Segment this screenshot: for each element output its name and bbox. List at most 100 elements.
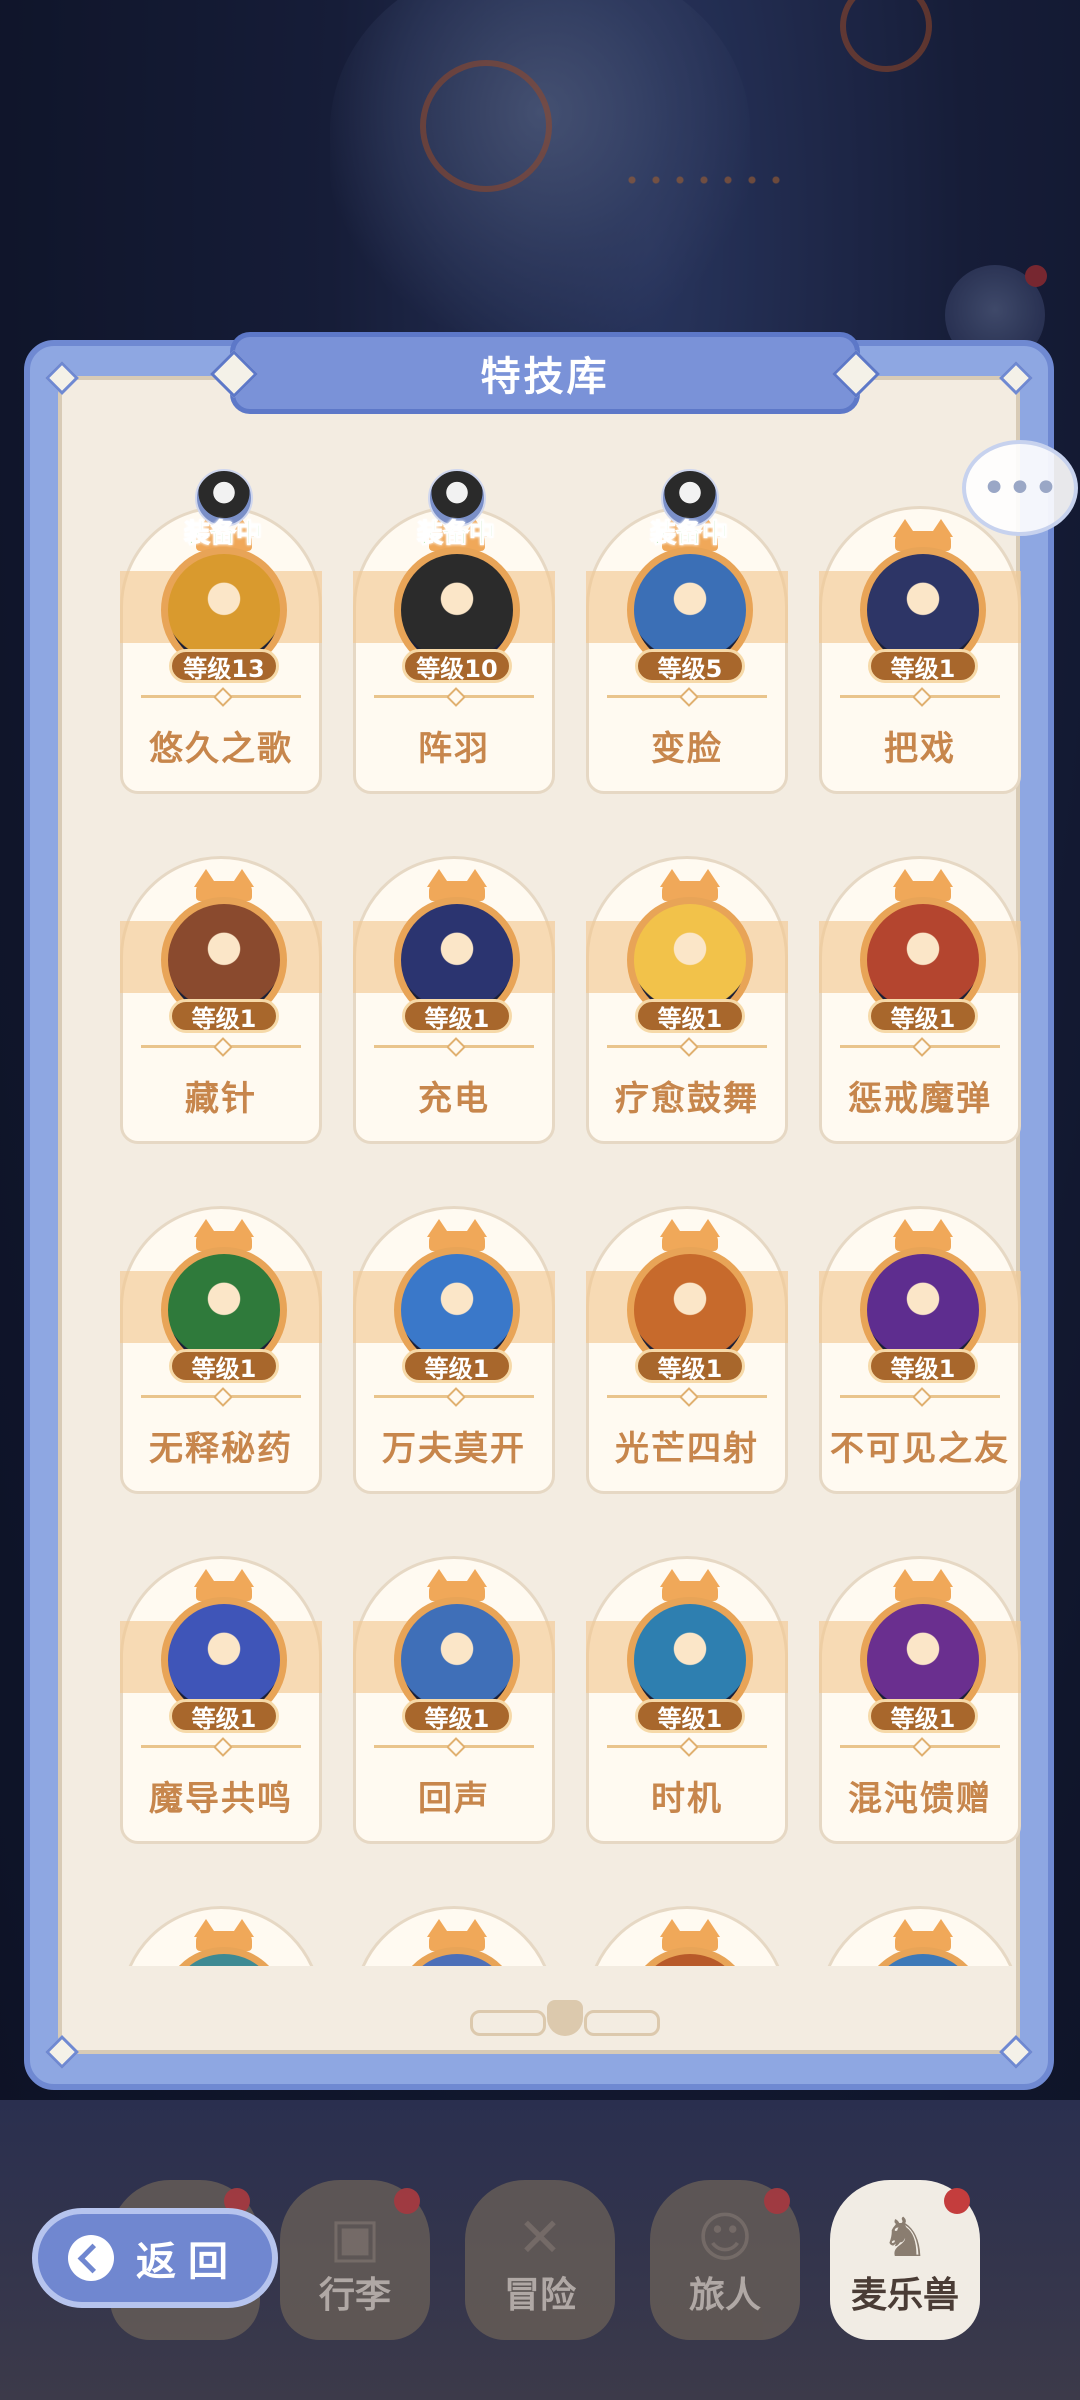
bottom-nav-item[interactable]: ✕ 冒险 <box>465 2180 615 2340</box>
crossed-swords-icon: ✕ <box>517 2206 563 2269</box>
skill-level-badge: 等级1 <box>402 1349 512 1383</box>
bottom-nav-label: 旅人 <box>688 2275 761 2316</box>
skill-level-badge: 等级1 <box>635 1699 745 1733</box>
card-divider <box>374 687 534 707</box>
card-divider <box>840 1037 1000 1057</box>
skill-level-badge: 等级1 <box>402 1699 512 1733</box>
skill-portrait-icon <box>394 1947 520 1966</box>
bottom-nav-item[interactable]: ♞ 麦乐兽 <box>830 2180 980 2340</box>
skill-card[interactable] <box>120 1906 322 1966</box>
card-divider <box>141 687 301 707</box>
skill-name: 魔导共鸣 <box>149 1779 293 1819</box>
card-divider <box>374 1037 534 1057</box>
skill-name: 疗愈鼓舞 <box>615 1079 759 1119</box>
bottom-nav-item[interactable]: ☺ 旅人 <box>650 2180 800 2340</box>
skill-name: 万夫莫开 <box>382 1429 526 1469</box>
skill-level-badge: 等级1 <box>868 649 978 683</box>
skill-level-badge: 等级5 <box>635 649 745 683</box>
card-divider <box>607 1037 767 1057</box>
skill-library-panel: 特技库 等级13 悠久之歌 装备中 等级10 阵羽 装备中 等级5 变脸 装备中 等级1 把戏 等级1… <box>24 332 1054 2090</box>
card-divider <box>141 1037 301 1057</box>
card-divider <box>840 687 1000 707</box>
skill-name: 阵羽 <box>418 729 490 769</box>
skill-card[interactable]: 等级1 无释秘药 <box>120 1206 322 1494</box>
skill-name: 藏针 <box>185 1079 257 1119</box>
back-button-label: 返回 <box>136 2239 240 2285</box>
skill-name: 不可见之友 <box>830 1429 1010 1469</box>
bottom-nav-label: 行李 <box>318 2275 391 2316</box>
card-divider <box>840 1387 1000 1407</box>
card-divider <box>374 1387 534 1407</box>
skill-card[interactable]: 等级1 疗愈鼓舞 <box>586 856 788 1144</box>
equipped-indicator: 装备中 <box>639 469 739 550</box>
skill-grid[interactable]: 等级13 悠久之歌 装备中 等级10 阵羽 装备中 等级5 变脸 装备中 等级1 把戏 等级1 藏针 等级… <box>90 446 1040 1966</box>
card-divider <box>141 1387 301 1407</box>
equipped-indicator: 装备中 <box>406 469 506 550</box>
skill-name: 把戏 <box>884 729 956 769</box>
skill-card[interactable]: 等级1 光芒四射 <box>586 1206 788 1494</box>
back-arrow-icon <box>68 2235 114 2281</box>
skill-card[interactable]: 等级10 阵羽 装备中 <box>353 469 555 794</box>
traveler-icon: ☺ <box>696 2206 754 2269</box>
skill-level-badge: 等级1 <box>868 999 978 1033</box>
skill-level-badge: 等级1 <box>169 1699 279 1733</box>
skill-level-badge: 等级1 <box>868 1699 978 1733</box>
skill-card[interactable]: 等级1 魔导共鸣 <box>120 1556 322 1844</box>
skill-level-badge: 等级13 <box>169 649 279 683</box>
skill-portrait-icon <box>860 1947 986 1966</box>
back-button[interactable]: 返回 <box>32 2208 278 2308</box>
skill-name: 时机 <box>651 1779 723 1819</box>
skill-card[interactable]: 等级1 藏针 <box>120 856 322 1144</box>
chat-button[interactable]: ••• <box>962 440 1078 536</box>
skill-card[interactable]: 等级1 不可见之友 <box>819 1206 1021 1494</box>
skill-name: 变脸 <box>651 729 723 769</box>
skill-level-badge: 等级1 <box>635 999 745 1033</box>
notification-dot <box>944 2188 970 2214</box>
bottom-nav-label: 冒险 <box>503 2275 576 2316</box>
skill-name: 悠久之歌 <box>149 729 293 769</box>
panel-title: 特技库 <box>480 354 610 400</box>
skill-card[interactable] <box>819 1906 1021 1966</box>
skill-level-badge: 等级1 <box>635 1349 745 1383</box>
skill-name: 回声 <box>418 1779 490 1819</box>
card-divider <box>607 1737 767 1757</box>
skill-card[interactable] <box>586 1906 788 1966</box>
skill-card[interactable]: 等级5 变脸 装备中 <box>586 469 788 794</box>
skill-card[interactable]: 等级1 时机 <box>586 1556 788 1844</box>
card-divider <box>607 687 767 707</box>
skill-card[interactable]: 等级1 把戏 <box>819 506 1021 794</box>
skill-card[interactable]: 等级13 悠久之歌 装备中 <box>120 469 322 794</box>
skill-level-badge: 等级1 <box>169 1349 279 1383</box>
bottom-nav-item[interactable]: ▣ 行李 <box>280 2180 430 2340</box>
panel-bottom-ornament <box>470 1996 660 2046</box>
beast-icon: ♞ <box>880 2206 930 2269</box>
equipped-label: 装备中 <box>183 519 262 550</box>
skill-name: 混沌馈赠 <box>848 1779 992 1819</box>
card-divider <box>141 1737 301 1757</box>
skill-card[interactable]: 等级1 万夫莫开 <box>353 1206 555 1494</box>
card-divider <box>840 1737 1000 1757</box>
skill-name: 无释秘药 <box>149 1429 293 1469</box>
panel-header: 特技库 <box>230 332 860 414</box>
skill-card[interactable]: 等级1 充电 <box>353 856 555 1144</box>
skill-name: 光芒四射 <box>615 1429 759 1469</box>
skill-card[interactable]: 等级1 惩戒魔弹 <box>819 856 1021 1144</box>
skill-card[interactable]: 等级1 混沌馈赠 <box>819 1556 1021 1844</box>
skill-portrait-icon <box>627 1947 753 1966</box>
equipped-label: 装备中 <box>416 519 495 550</box>
skill-level-badge: 等级1 <box>868 1349 978 1383</box>
skill-name: 充电 <box>418 1079 490 1119</box>
skill-card[interactable]: 等级1 回声 <box>353 1556 555 1844</box>
skill-level-badge: 等级1 <box>402 999 512 1033</box>
card-divider <box>607 1387 767 1407</box>
equipped-indicator: 装备中 <box>173 469 273 550</box>
chest-icon: ▣ <box>329 2206 381 2269</box>
bottom-nav-label: 麦乐兽 <box>850 2275 959 2316</box>
skill-level-badge: 等级10 <box>402 649 512 683</box>
card-divider <box>374 1737 534 1757</box>
notification-dot <box>764 2188 790 2214</box>
skill-card[interactable] <box>353 1906 555 1966</box>
skill-portrait-icon <box>161 1947 287 1966</box>
equipped-label: 装备中 <box>649 519 728 550</box>
chat-icon: ••• <box>981 462 1059 514</box>
